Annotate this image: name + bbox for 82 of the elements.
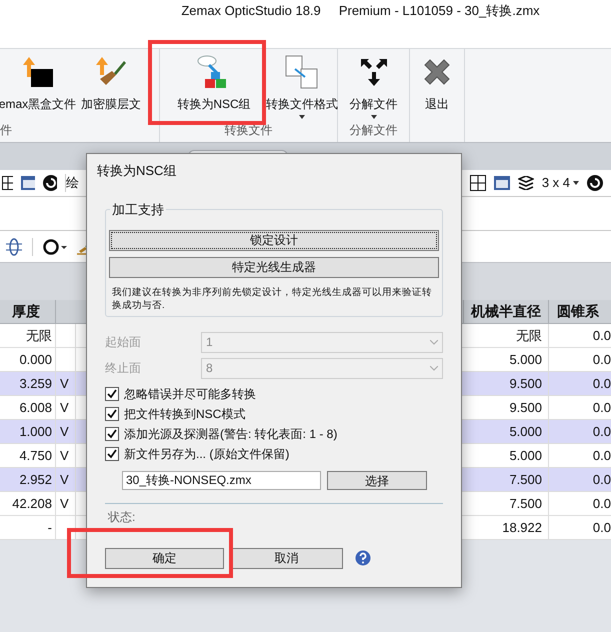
group-label: 转换文件 [224, 122, 272, 139]
toolbar-label: 绘 [66, 174, 79, 192]
checkbox-label: 新文件另存为... (原始文件保留) [124, 446, 290, 462]
chevron-icon [430, 366, 438, 370]
solve-label: V [60, 374, 69, 393]
refresh-icon[interactable] [42, 175, 58, 191]
solve-label: V [60, 398, 69, 417]
checkbox[interactable] [105, 386, 119, 400]
ok-button[interactable]: 确定 [105, 548, 224, 568]
solve-label: V [60, 422, 69, 441]
table-cell-text: 0.0 [592, 374, 611, 393]
chevron-icon [430, 340, 438, 344]
solve-label: V [60, 494, 69, 513]
help-icon[interactable] [355, 550, 371, 566]
table-cell-text: 0.0 [592, 398, 611, 417]
table-cell-text: 7.500 [509, 470, 542, 489]
table-cell-text: 0.0 [592, 494, 611, 513]
column-header: 厚度 [11, 302, 41, 321]
table-cell-text: 2.952 [19, 470, 52, 489]
table-cell-text: 42.208 [12, 494, 52, 513]
solve-label: V [60, 446, 69, 465]
checkbox-label: 添加光源及探测器(警告: 转化表面: 1 - 8) [124, 426, 338, 442]
checkbox-label: 忽略错误并尽可能多转换 [124, 386, 256, 402]
grid-icon[interactable] [470, 175, 486, 191]
window-icon[interactable] [20, 176, 35, 190]
table-cell-text: 无限 [26, 326, 52, 345]
group-label: 件 [0, 122, 12, 139]
table-cell-text: 7.500 [509, 494, 542, 513]
hint-text: 我们建议在转换为非序列前先锁定设计，特定光线生成器可以用来验证转换成功与否. [111, 286, 433, 312]
table-cell-text: 无限 [516, 326, 542, 345]
table-cell-text: 1.000 [19, 422, 52, 441]
table-cell-text: 5.000 [509, 422, 542, 441]
table-cell-text: 4.750 [19, 446, 52, 465]
table-cell-text: 9.500 [509, 398, 542, 417]
refresh-icon[interactable] [587, 175, 603, 191]
table-cell-text: 0.000 [19, 350, 52, 369]
document-convert-icon [285, 55, 319, 89]
table-cell-text: 6.008 [19, 398, 52, 417]
grid-icon[interactable] [2, 176, 13, 190]
table-cell-text: 0.0 [592, 422, 611, 441]
lens-axis-icon[interactable] [6, 238, 22, 256]
box-arrow-icon [20, 55, 54, 89]
solve-label: V [60, 470, 69, 489]
table-cell-text: - [48, 518, 52, 537]
checkbox[interactable] [105, 406, 119, 420]
ribbon-button[interactable]: 加密膜层文 [75, 53, 147, 121]
table-cell-text: 3.259 [19, 374, 52, 393]
field-label: 终止面 [105, 360, 142, 377]
caret-icon [573, 181, 579, 185]
status-label: 状态: [108, 508, 136, 526]
table-cell-text: 0.0 [592, 350, 611, 369]
browse-button[interactable]: 选择 [327, 470, 427, 490]
table-cell-text: 0.0 [592, 518, 611, 537]
support-button[interactable]: 锁定设计 [109, 230, 439, 250]
field-label: 起始面 [105, 334, 142, 351]
ribbon-button[interactable]: 转换为NSC组 [171, 53, 257, 121]
column-header: 圆锥系 [548, 300, 611, 323]
layers-icon[interactable] [518, 176, 534, 190]
window-icon[interactable] [494, 176, 510, 190]
cancel-button[interactable]: 取消 [230, 548, 343, 568]
ribbon-button[interactable]: 退出 [410, 53, 464, 121]
support-button[interactable]: 特定光线生成器 [109, 256, 439, 278]
table-cell-text: 9.500 [509, 374, 542, 393]
dialog-title: 转换为NSC组 [97, 162, 178, 180]
ribbon-button[interactable]: 转换文件格式 [267, 53, 337, 121]
table-cell-text: 18.922 [502, 518, 542, 537]
checkbox[interactable] [105, 446, 119, 460]
table-cell-text: 0.0 [592, 326, 611, 345]
circle-dropdown-icon[interactable] [43, 238, 67, 254]
table-cell-text: 0.0 [592, 446, 611, 465]
ribbon-button[interactable]: 分解文件 [338, 53, 409, 121]
column-header: 机械半直径 [463, 300, 548, 323]
table-cell-text: 5.000 [509, 446, 542, 465]
filename-field[interactable]: 30_转换-NONSEQ.zmx [122, 470, 321, 490]
table-cell-text: 0.0 [592, 470, 611, 489]
split-arrows-icon [358, 57, 388, 87]
checkbox-label: 把文件转换到NSC模式 [124, 406, 246, 422]
layout-dropdown[interactable]: 3 x 4 [542, 173, 579, 193]
checkbox[interactable] [105, 426, 119, 440]
window-title: Zemax OpticStudio 18.9 Premium - L101059 - 30_转换.zmx [181, 2, 540, 19]
group-label: 分解文件 [350, 122, 398, 139]
table-cell-text: 5.000 [509, 350, 542, 369]
